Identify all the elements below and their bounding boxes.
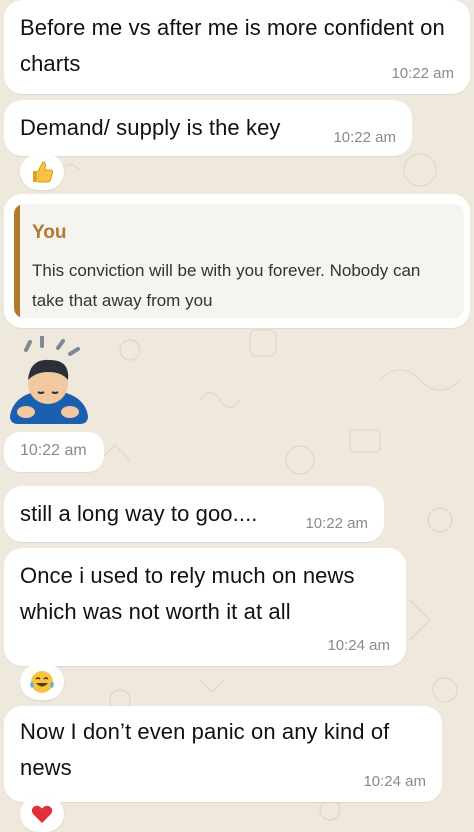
- message-timestamp: 10:22 am: [333, 129, 396, 146]
- bowing-person-emoji: [10, 335, 88, 424]
- message-timestamp: 10:22 am: [305, 515, 368, 532]
- message-timestamp: 10:24 am: [363, 773, 426, 790]
- chat-thread: Before me vs after me is more confident …: [0, 0, 474, 832]
- sticker-message[interactable]: [4, 335, 104, 432]
- tears-of-joy-emoji: [30, 671, 54, 693]
- sticker-timestamp-bubble: 10:22 am: [4, 432, 104, 472]
- quoted-message-card[interactable]: You This conviction will be with you for…: [4, 194, 470, 328]
- message-timestamp: 10:24 am: [327, 637, 390, 654]
- message-bubble[interactable]: Before me vs after me is more confident …: [4, 0, 470, 94]
- quote-accent-bar: [14, 204, 20, 318]
- message-bubble[interactable]: Once i used to rely much on news which w…: [4, 548, 406, 666]
- message-reaction[interactable]: [20, 664, 64, 700]
- message-text: still a long way to goo....: [20, 501, 258, 526]
- message-reaction[interactable]: [20, 154, 64, 190]
- message-timestamp: 10:22 am: [20, 442, 87, 459]
- message-bubble[interactable]: Now I don’t even panic on any kind of ne…: [4, 706, 442, 802]
- message-timestamp: 10:22 am: [391, 65, 454, 82]
- message-text: Once i used to rely much on news which w…: [20, 563, 355, 624]
- thumbs-up-emoji: [33, 161, 54, 183]
- quote-author: You: [32, 222, 67, 243]
- red-heart-emoji: [31, 805, 53, 823]
- message-bubble[interactable]: Demand/ supply is the key 10:22 am: [4, 100, 412, 156]
- message-bubble[interactable]: still a long way to goo.... 10:22 am: [4, 486, 384, 542]
- message-text: Demand/ supply is the key: [20, 115, 281, 140]
- quote-text: This conviction will be with you forever…: [32, 261, 421, 310]
- message-reaction[interactable]: [20, 796, 64, 832]
- quote-block[interactable]: You This conviction will be with you for…: [14, 204, 464, 318]
